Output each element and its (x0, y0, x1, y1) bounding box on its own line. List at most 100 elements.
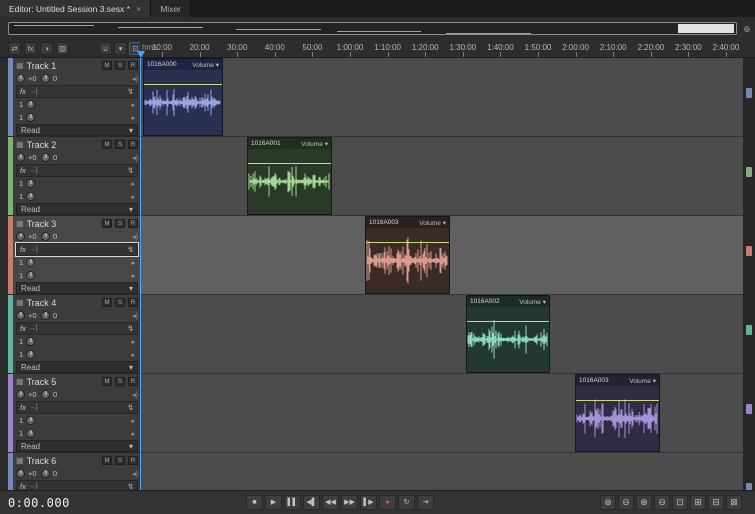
track-name[interactable]: Track 6 (27, 456, 99, 466)
track-header[interactable]: ▦ Track 1 M S R +0 0 ◂) fx →| ↯ 1 ▸ 1 ▸ … (8, 58, 140, 136)
volume-knob[interactable] (16, 311, 25, 320)
input-knob[interactable] (26, 179, 36, 188)
input-knob[interactable] (26, 416, 36, 425)
snap-toggle-icon[interactable]: ∪ (99, 42, 112, 55)
track-lane[interactable] (140, 58, 743, 136)
chevron-right-icon[interactable]: ▸ (131, 417, 135, 425)
freeze-icon[interactable]: ↯ (127, 482, 134, 490)
zoom-out-time-button[interactable]: ⊖ (618, 495, 634, 510)
volume-envelope-line[interactable] (366, 242, 449, 243)
chevron-right-icon[interactable]: ▸ (131, 430, 135, 438)
fx-toggle[interactable]: fx (20, 166, 26, 175)
solo-button[interactable]: S (115, 298, 125, 307)
tab-mixer[interactable]: Mixer (151, 0, 191, 17)
vertical-scrollbar[interactable] (743, 58, 755, 493)
audio-clip[interactable]: 1016A000 Volume ▾ (143, 58, 223, 136)
clip-envelope-menu[interactable]: Volume ▾ (301, 140, 328, 148)
solo-button[interactable]: S (115, 377, 125, 386)
fx-insert-icon[interactable]: →| (29, 246, 38, 253)
fx-insert-icon[interactable]: →| (29, 325, 38, 332)
close-icon[interactable]: × (136, 4, 141, 14)
track-header[interactable]: ▦ Track 2 M S R +0 0 ◂) fx →| ↯ 1 ▸ 1 ▸ … (8, 137, 140, 215)
clip-envelope-menu[interactable]: Volume ▾ (519, 298, 546, 306)
volume-envelope-line[interactable] (144, 84, 222, 85)
pan-knob[interactable] (41, 74, 50, 83)
mute-button[interactable]: M (102, 61, 112, 70)
track-header[interactable]: ▦ Track 3 M S R +0 0 ◂) fx →| ↯ 1 ▸ 1 ▸ … (8, 216, 140, 294)
rewind-button[interactable]: ◀◀ (322, 495, 339, 510)
volume-knob[interactable] (16, 469, 25, 478)
routing-icon[interactable]: ◑ (40, 42, 53, 55)
output-selector[interactable]: 1 (19, 113, 23, 122)
monitor-input-icon[interactable]: ◂) (132, 233, 138, 241)
output-knob[interactable] (26, 429, 36, 438)
record-button[interactable]: ● (379, 495, 396, 510)
chevron-right-icon[interactable]: ▸ (131, 114, 135, 122)
pan-knob[interactable] (41, 153, 50, 162)
move-to-previous-button[interactable]: ◀▌ (303, 495, 320, 510)
track-name[interactable]: Track 5 (27, 377, 99, 387)
track-name[interactable]: Track 4 (27, 298, 99, 308)
navigator-view-box[interactable] (678, 24, 734, 33)
mute-button[interactable]: M (102, 219, 112, 228)
output-knob[interactable] (26, 113, 36, 122)
mute-button[interactable]: M (102, 140, 112, 149)
solo-button[interactable]: S (115, 140, 125, 149)
fx-toggle[interactable]: fx (20, 482, 26, 490)
clip-header[interactable]: 1016A003 Volume ▾ (366, 217, 449, 228)
mute-button[interactable]: M (102, 298, 112, 307)
track-lane[interactable] (140, 453, 743, 490)
zoom-selection-in-point-button[interactable]: ⊞ (690, 495, 706, 510)
navigator-strip[interactable] (8, 22, 737, 35)
pan-knob[interactable] (41, 390, 50, 399)
output-selector[interactable]: 1 (19, 192, 23, 201)
fx-rack-icon[interactable]: fx (24, 42, 37, 55)
chevron-right-icon[interactable]: ▸ (131, 259, 135, 267)
chevron-right-icon[interactable]: ▸ (131, 272, 135, 280)
loop-playback-button[interactable]: ↻ (398, 495, 415, 510)
playhead-marker[interactable] (137, 51, 145, 58)
audio-clip[interactable]: 1016A002 Volume ▾ (466, 295, 550, 373)
input-selector[interactable]: 1 (19, 100, 23, 109)
output-selector[interactable]: 1 (19, 350, 23, 359)
record-arm-button[interactable]: R (128, 61, 138, 70)
clip-envelope-menu[interactable]: Volume ▾ (419, 219, 446, 227)
mute-button[interactable]: M (102, 377, 112, 386)
fx-insert-icon[interactable]: →| (29, 483, 38, 490)
monitor-input-icon[interactable]: ◂) (132, 470, 138, 478)
volume-knob[interactable] (16, 232, 25, 241)
solo-button[interactable]: S (115, 456, 125, 465)
freeze-icon[interactable]: ↯ (127, 245, 134, 254)
freeze-icon[interactable]: ↯ (127, 87, 134, 96)
metering-icon[interactable]: ▥ (56, 42, 69, 55)
automation-mode-dropdown[interactable]: Read ▾ (16, 282, 138, 294)
timeline-lanes[interactable]: 1016A000 Volume ▾ 1016A001 Volume ▾ 1016… (140, 58, 743, 490)
track-header[interactable]: ▦ Track 4 M S R +0 0 ◂) fx →| ↯ 1 ▸ 1 ▸ … (8, 295, 140, 373)
input-selector[interactable]: 1 (19, 258, 23, 267)
fx-toggle[interactable]: fx (20, 87, 26, 96)
automation-mode-dropdown[interactable]: Read ▾ (16, 440, 138, 452)
zoom-selection-out-point-button[interactable]: ⊟ (708, 495, 724, 510)
freeze-icon[interactable]: ↯ (127, 324, 134, 333)
pan-knob[interactable] (41, 232, 50, 241)
output-knob[interactable] (26, 350, 36, 359)
input-knob[interactable] (26, 100, 36, 109)
pan-knob[interactable] (41, 311, 50, 320)
clip-envelope-menu[interactable]: Volume ▾ (629, 377, 656, 385)
zoom-to-selection-button[interactable]: ⊡ (672, 495, 688, 510)
input-selector[interactable]: 1 (19, 179, 23, 188)
chevron-right-icon[interactable]: ▸ (131, 338, 135, 346)
freeze-icon[interactable]: ↯ (127, 403, 134, 412)
audio-clip[interactable]: 1016A003 Volume ▾ (365, 216, 450, 294)
automation-mode-dropdown[interactable]: Read ▾ (16, 203, 138, 215)
volume-envelope-line[interactable] (248, 163, 331, 164)
output-selector[interactable]: 1 (19, 429, 23, 438)
output-knob[interactable] (26, 192, 36, 201)
zoom-in-amplitude-button[interactable]: ⊕ (636, 495, 652, 510)
volume-knob[interactable] (16, 74, 25, 83)
snap-options-icon[interactable]: ▾ (114, 42, 127, 55)
chevron-right-icon[interactable]: ▸ (131, 351, 135, 359)
mute-button[interactable]: M (102, 456, 112, 465)
stop-button[interactable]: ■ (246, 495, 263, 510)
timeline-ruler[interactable]: hms 10:00 20:00 30:00 40:00 50:00 1:00:00 1:10… (140, 40, 743, 58)
